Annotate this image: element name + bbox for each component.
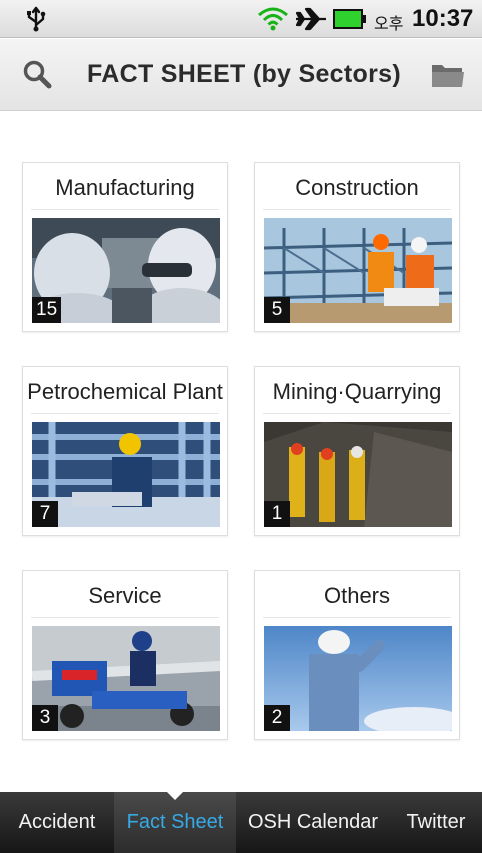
- card-divider: [31, 617, 219, 618]
- sector-count-badge: 15: [32, 297, 62, 323]
- card-divider: [263, 209, 451, 210]
- sector-count-badge: 3: [32, 705, 58, 731]
- card-divider: [31, 413, 219, 414]
- sector-title: Mining·Quarrying: [272, 379, 442, 404]
- construction-photo: [264, 218, 452, 323]
- status-time: 10:37: [412, 5, 474, 32]
- sector-title: Others: [323, 583, 391, 608]
- battery-icon: [333, 9, 366, 29]
- folder-icon[interactable]: [430, 61, 466, 89]
- sector-title: Petrochemical Plant: [27, 379, 223, 404]
- sector-count-badge: 5: [264, 297, 290, 323]
- page-title: FACT SHEET (by Sectors): [87, 60, 401, 88]
- bottom-tab-bar: Accident Fact Sheet OSH Calendar Twitter: [0, 791, 482, 853]
- status-ampm: 오후: [374, 16, 404, 33]
- card-divider: [263, 413, 451, 414]
- airplane-icon: [295, 7, 326, 31]
- service-photo: [32, 626, 220, 731]
- header-bar: FACT SHEET (by Sectors): [0, 39, 482, 111]
- sector-card-manufacturing[interactable]: Manufacturing 15: [22, 162, 228, 332]
- tab-osh-calendar[interactable]: OSH Calendar: [236, 792, 390, 853]
- sector-card-others[interactable]: Others 2: [254, 570, 460, 740]
- active-tab-indicator: [166, 791, 184, 800]
- tab-fact-sheet-label: Fact Sheet: [126, 811, 224, 833]
- others-photo: [264, 626, 452, 731]
- tab-fact-sheet[interactable]: Fact Sheet: [114, 791, 236, 853]
- sector-card-construction[interactable]: Construction 5: [254, 162, 460, 332]
- sector-card-petrochemical-plant[interactable]: Petrochemical Plant 7: [22, 366, 228, 536]
- sector-count-badge: 2: [264, 705, 290, 731]
- petrochemical-photo: [32, 422, 220, 527]
- sector-card-mining-quarrying[interactable]: Mining·Quarrying 1: [254, 366, 460, 536]
- sector-count-badge: 1: [264, 501, 290, 527]
- sector-title: Construction: [295, 175, 419, 200]
- status-bar: 오후 10:37: [0, 0, 482, 38]
- mining-photo: [264, 422, 452, 527]
- search-icon[interactable]: [22, 59, 52, 89]
- card-divider: [31, 209, 219, 210]
- usb-icon: [27, 6, 46, 32]
- wifi-icon: [258, 7, 288, 31]
- card-divider: [263, 617, 451, 618]
- tab-twitter[interactable]: Twitter: [390, 792, 482, 853]
- sector-title: Manufacturing: [55, 175, 195, 200]
- sector-card-service[interactable]: Service 3: [22, 570, 228, 740]
- sector-count-badge: 7: [32, 501, 58, 527]
- sector-title: Service: [88, 583, 162, 608]
- tab-accident[interactable]: Accident: [0, 792, 114, 853]
